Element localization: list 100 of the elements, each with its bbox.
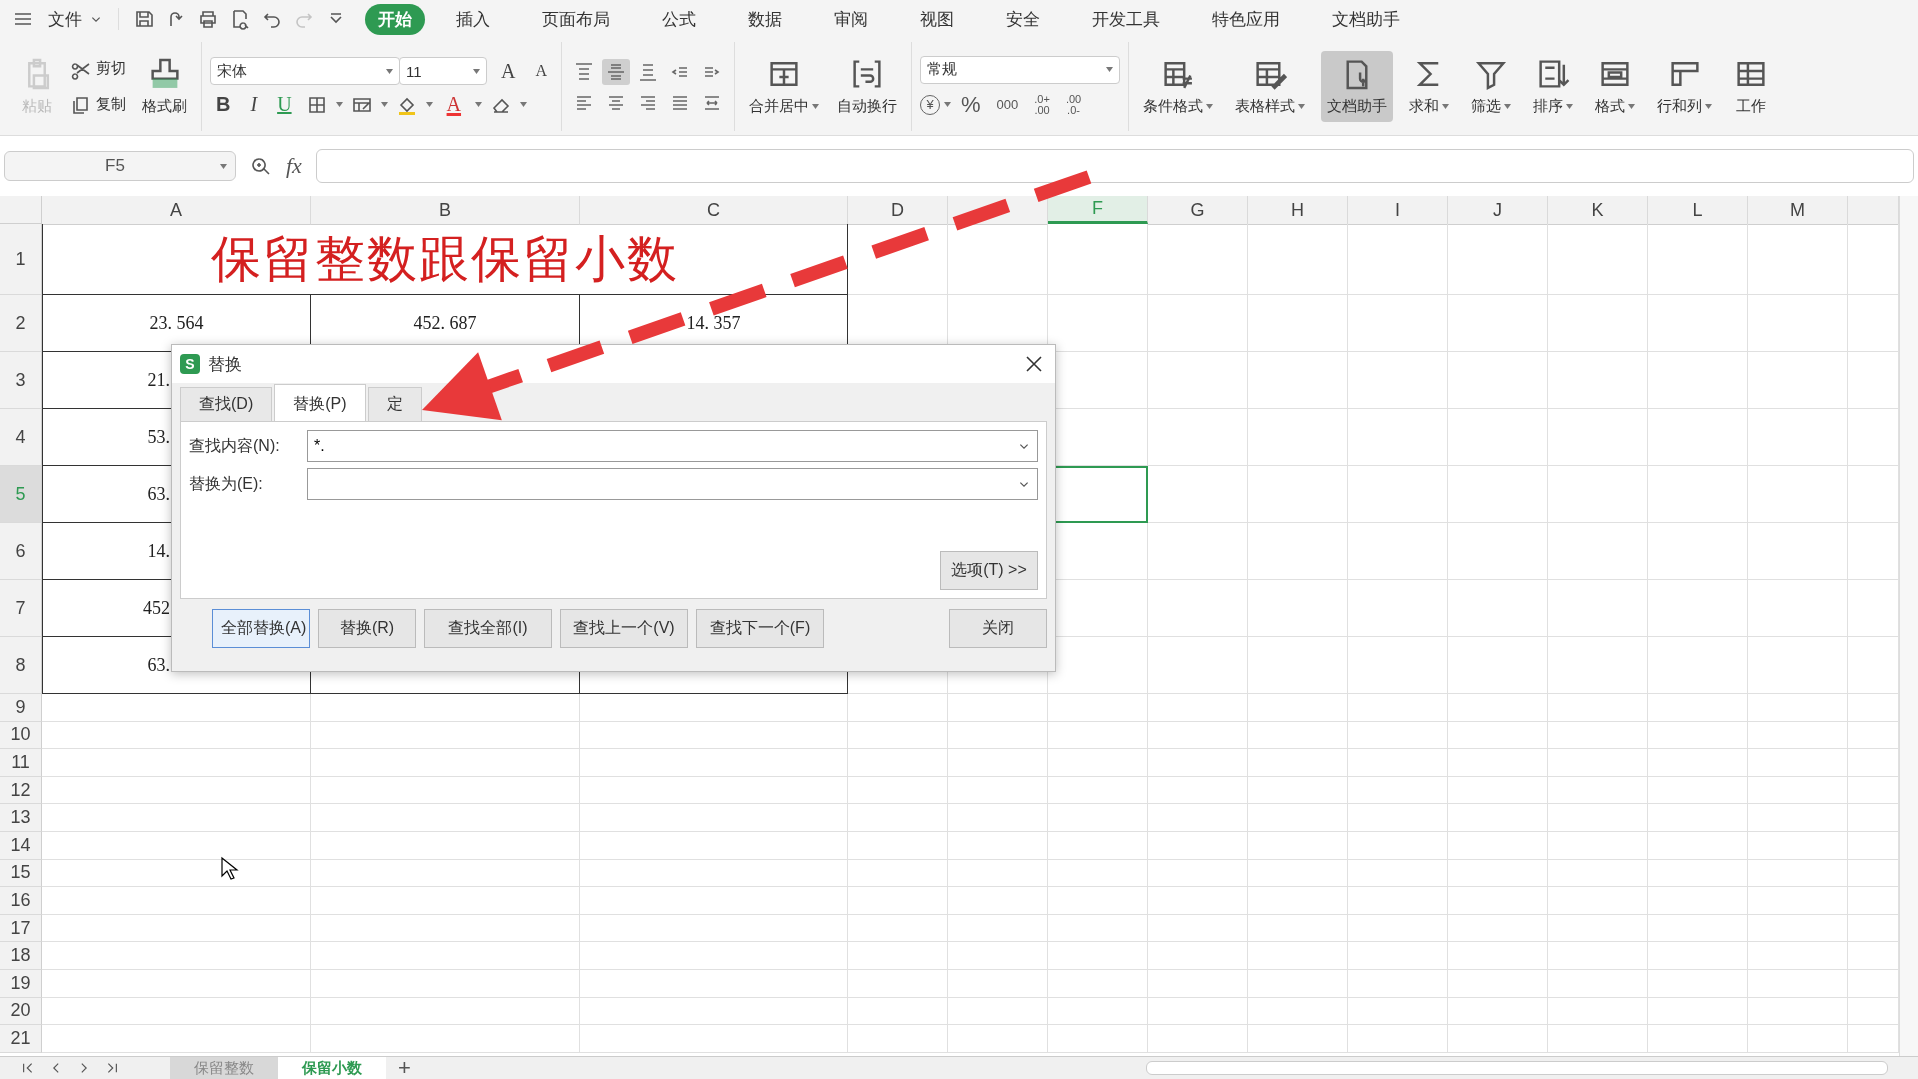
ribbon-tab[interactable]: 页面布局	[529, 3, 623, 35]
ribbon-tab[interactable]: 安全	[993, 3, 1053, 35]
row-header[interactable]: 9	[0, 694, 42, 722]
options-button[interactable]: 选项(T) >>	[940, 551, 1038, 590]
dialog-button[interactable]: 替换(R)	[318, 609, 416, 648]
vertical-scrollbar[interactable]	[1899, 196, 1918, 1056]
column-header[interactable]: I	[1348, 196, 1448, 225]
file-menu[interactable]: 文件	[42, 7, 110, 31]
ribbon-button[interactable]: 工作	[1728, 51, 1774, 122]
font-color-button[interactable]: A	[440, 93, 468, 116]
row-header[interactable]: 8	[0, 637, 42, 694]
column-header[interactable]: C	[580, 196, 848, 225]
row-header[interactable]: 13	[0, 804, 42, 832]
row-header[interactable]: 20	[0, 997, 42, 1026]
column-header[interactable]: L	[1648, 196, 1748, 225]
ribbon-tab[interactable]: 开发工具	[1079, 3, 1173, 35]
ribbon-button[interactable]: 排序	[1527, 51, 1579, 122]
ribbon-button[interactable]: 自动换行	[831, 51, 903, 122]
input-field[interactable]	[307, 468, 1038, 500]
row-header[interactable]: 7	[0, 580, 42, 637]
row-header[interactable]: 19	[0, 969, 42, 998]
column-header[interactable]: A	[42, 196, 311, 225]
percent-button[interactable]: %	[955, 91, 987, 118]
row-header[interactable]: 18	[0, 942, 42, 970]
ribbon-button[interactable]: 筛选	[1465, 51, 1517, 122]
column-header[interactable]: D	[848, 196, 948, 225]
cut-button[interactable]: 剪切	[66, 54, 130, 83]
row-header[interactable]: 2	[0, 295, 42, 352]
column-header[interactable]: M	[1748, 196, 1848, 225]
row-header[interactable]: 10	[0, 721, 42, 750]
number-format-dropdown[interactable]: 常规	[920, 55, 1120, 84]
row-header[interactable]: 3	[0, 352, 42, 409]
name-box[interactable]: F5	[4, 151, 236, 181]
row-header[interactable]: 17	[0, 914, 42, 943]
font-name-dropdown[interactable]: 宋体	[210, 57, 400, 85]
ribbon-tab[interactable]: 数据	[735, 3, 795, 35]
print-icon[interactable]	[197, 8, 219, 30]
formula-input[interactable]	[315, 149, 1914, 183]
bold-button[interactable]: B	[210, 93, 237, 116]
save-icon[interactable]	[133, 8, 155, 30]
row-header[interactable]: 12	[0, 776, 42, 805]
ribbon-tab[interactable]: 开始	[365, 3, 425, 35]
dialog-button[interactable]: 查找上一个(V)	[560, 609, 688, 648]
dialog-tab[interactable]: 定	[367, 387, 422, 421]
caret-icon	[380, 102, 388, 107]
dialog-tab[interactable]: 替换(P)	[274, 384, 366, 421]
ribbon-tab[interactable]: 插入	[443, 3, 503, 35]
caret-icon	[1298, 104, 1305, 109]
ribbon-button[interactable]: 条件格式	[1137, 51, 1219, 122]
column-header[interactable]: H	[1248, 196, 1348, 225]
column-header[interactable]: J	[1448, 196, 1548, 225]
alignment-button[interactable]	[602, 58, 630, 85]
row-header[interactable]: 15	[0, 859, 42, 888]
increase-decimal-button[interactable]: .0+ .00	[1028, 93, 1056, 116]
caret-icon	[1566, 104, 1573, 109]
dialog-button[interactable]: 查找全部(I)	[424, 609, 552, 648]
caret-icon	[1206, 104, 1213, 109]
dialog-button[interactable]: 全部替换(A)	[212, 609, 310, 648]
row-header[interactable]: 14	[0, 831, 42, 860]
grow-font-button[interactable]: A	[495, 59, 522, 83]
caret-icon	[812, 104, 819, 109]
font-size-dropdown[interactable]: 11	[399, 57, 487, 85]
row-header[interactable]: 21	[0, 1025, 42, 1053]
dialog-tab[interactable]: 查找(D)	[180, 387, 273, 421]
column-header[interactable]: B	[311, 196, 580, 225]
ribbon-button[interactable]: 格式	[1589, 51, 1641, 122]
ribbon-tab[interactable]: 审阅	[821, 3, 881, 35]
row-header[interactable]: 4	[0, 409, 42, 466]
dialog-title: 替换	[208, 353, 243, 376]
function-label[interactable]: fx	[286, 153, 302, 179]
ribbon-button[interactable]: 表格样式	[1229, 51, 1311, 122]
format-painter-button[interactable]: 格式刷	[136, 51, 193, 122]
row-header[interactable]: 11	[0, 749, 42, 777]
decrease-decimal-button[interactable]: .00 .0-	[1059, 93, 1088, 116]
row-header[interactable]: 6	[0, 523, 42, 580]
ribbon-button[interactable]: 行和列	[1651, 51, 1718, 122]
sort-icon	[1536, 57, 1570, 91]
italic-button[interactable]: I	[244, 93, 264, 116]
ribbon-button[interactable]: 求和	[1403, 51, 1455, 122]
ribbon-tab[interactable]: 视图	[907, 3, 967, 35]
thousands-button[interactable]: 000	[990, 97, 1025, 112]
sheet-tab[interactable]: 保留小数	[278, 1057, 386, 1079]
add-sheet-button[interactable]: +	[386, 1055, 423, 1079]
shrink-font-button[interactable]: A	[529, 62, 553, 80]
row-header[interactable]: 1	[0, 224, 42, 295]
caret-icon	[425, 102, 433, 107]
dialog-button[interactable]: 关闭	[949, 609, 1047, 648]
column-header[interactable]: K	[1548, 196, 1648, 225]
copy-button[interactable]: 复制	[66, 90, 130, 119]
ribbon-tab[interactable]: 公式	[649, 3, 709, 35]
ribbon-button[interactable]: 合并居中	[743, 51, 825, 122]
horizontal-scrollbar[interactable]	[1146, 1061, 1888, 1075]
row-header[interactable]: 16	[0, 887, 42, 915]
dialog-button[interactable]: 查找下一个(F)	[696, 609, 824, 648]
column-header[interactable]: G	[1148, 196, 1248, 225]
ribbon-tab[interactable]: 特色应用	[1199, 3, 1293, 35]
input-field[interactable]: *.	[307, 430, 1038, 462]
ribbon-button[interactable]: 文档助手	[1321, 51, 1393, 122]
ribbon-tab[interactable]: 文档助手	[1319, 3, 1413, 35]
app-icon: S	[180, 354, 200, 374]
